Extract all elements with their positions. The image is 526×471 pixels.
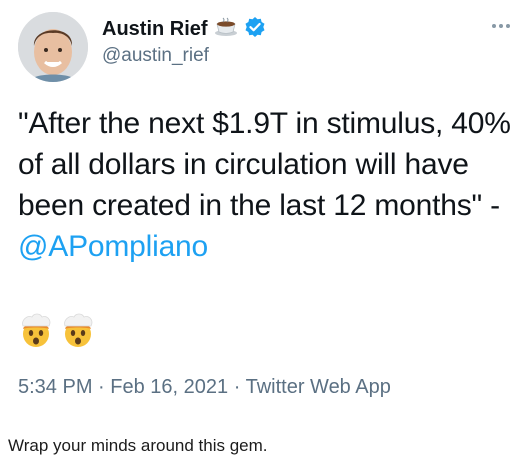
mention-link[interactable]: @APompliano — [18, 230, 208, 263]
tweet-date[interactable]: Feb 16, 2021 — [110, 376, 228, 398]
tweet-time[interactable]: 5:34 PM — [18, 376, 92, 398]
coffee-cup-icon — [214, 17, 238, 42]
exploding-head-icon — [18, 312, 54, 353]
tweet-source[interactable]: Twitter Web App — [246, 376, 391, 398]
post-caption: Wrap your minds around this gem. — [8, 436, 268, 455]
display-name[interactable]: Austin Rief — [102, 18, 208, 41]
emoji-row — [18, 312, 96, 353]
handle[interactable]: @austin_rief — [102, 45, 209, 67]
tweet-meta: 5:34 PM · Feb 16, 2021 · Twitter Web App — [18, 376, 391, 399]
meta-separator: · — [233, 376, 241, 398]
tweet-body: "After the next $1.9T in stimulus, 40% o… — [18, 107, 511, 222]
tweet-text: "After the next $1.9T in stimulus, 40% o… — [18, 103, 513, 267]
verified-badge-icon — [244, 16, 266, 43]
name-row: Austin Rief — [102, 16, 266, 43]
meta-separator: · — [98, 376, 105, 398]
exploding-head-icon — [60, 312, 96, 353]
avatar[interactable] — [18, 12, 88, 82]
tweet-card: Austin Rief @austin_rief "After the next… — [0, 0, 526, 420]
more-options-icon[interactable] — [492, 24, 510, 28]
